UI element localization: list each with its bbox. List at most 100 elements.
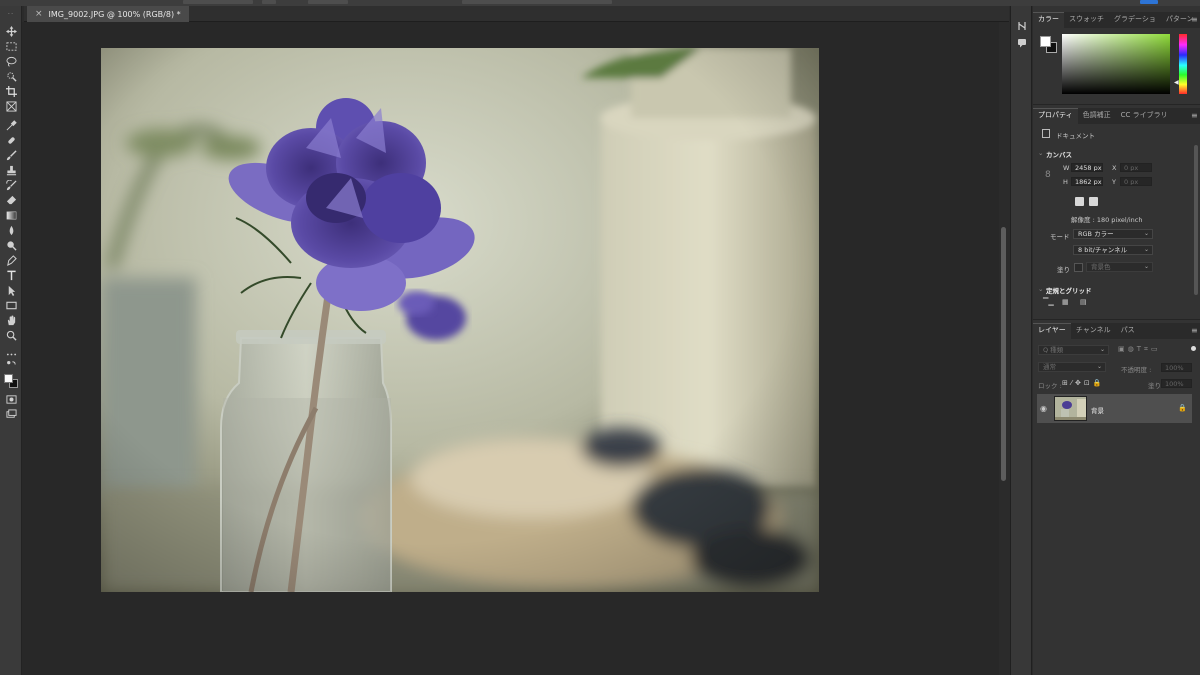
close-tab-icon[interactable]: × — [35, 9, 43, 19]
rulers-grids-section-title[interactable]: 定規とグリッド — [1046, 285, 1092, 295]
y-field[interactable]: 0 px — [1120, 177, 1152, 186]
layer-lock-icon: 🔒 — [1178, 404, 1187, 412]
healing-brush-tool-icon[interactable] — [3, 133, 19, 147]
layer-filter-select[interactable]: Q 種類 ⌄ — [1038, 345, 1109, 355]
eyedropper-tool-icon[interactable] — [3, 118, 19, 132]
lasso-tool-icon[interactable] — [3, 54, 19, 68]
tab-properties[interactable]: プロパティ — [1033, 108, 1078, 124]
hue-slider[interactable] — [1179, 34, 1187, 94]
tab-cc-libraries[interactable]: CC ライブラリ — [1116, 108, 1173, 124]
layer-thumbnail — [1054, 396, 1087, 421]
swap-colors-icon[interactable] — [3, 359, 19, 369]
guides-icon[interactable]: ▤ — [1080, 298, 1087, 306]
tab-gradients[interactable]: グラデーショ — [1109, 12, 1161, 28]
chevron-down-icon: ⌄ — [1099, 346, 1105, 353]
mode-select[interactable]: RGB カラー ⌄ — [1073, 229, 1153, 239]
dodge-tool-icon[interactable] — [3, 238, 19, 252]
quick-mask-icon[interactable] — [3, 392, 19, 406]
canvas-vertical-scrollbar[interactable] — [999, 22, 1009, 675]
scrollbar-thumb[interactable] — [1001, 227, 1006, 481]
tab-channels[interactable]: チャンネル — [1071, 323, 1116, 339]
layer-name[interactable]: 背景 — [1091, 405, 1104, 415]
move-tool-icon[interactable] — [3, 24, 19, 38]
layers-panel-menu-icon[interactable]: ≡ — [1191, 326, 1198, 335]
grid-icon[interactable]: ▦ — [1062, 298, 1069, 306]
pen-tool-icon[interactable] — [3, 253, 19, 267]
properties-panel-menu-icon[interactable]: ≡ — [1191, 111, 1198, 120]
collapsed-panels-dock — [1010, 6, 1032, 675]
document-icon — [1042, 129, 1050, 138]
tools-panel: ·· — [0, 6, 22, 675]
layer-row[interactable]: ◉ 背景 🔒 — [1037, 394, 1192, 423]
quick-selection-tool-icon[interactable] — [3, 69, 19, 83]
clone-stamp-tool-icon[interactable] — [3, 163, 19, 177]
properties-panel-header: プロパティ 色調補正 CC ライブラリ — [1033, 108, 1200, 124]
layer-fill-field[interactable]: 100% — [1161, 379, 1192, 388]
gradient-tool-icon[interactable] — [3, 208, 19, 222]
chevron-down-icon: ⌄ — [1096, 363, 1102, 370]
opacity-field[interactable]: 100% — [1161, 363, 1192, 372]
tab-layers[interactable]: レイヤー — [1033, 323, 1071, 339]
canvas-section-chevron-icon[interactable]: ⌄ — [1038, 149, 1043, 157]
panel-foreground-swatch[interactable] — [1040, 36, 1051, 47]
bit-depth-value: 8 bit/チャンネル — [1078, 246, 1128, 254]
color-panel-header: カラー スウォッチ グラデーショ パターン — [1033, 12, 1200, 28]
landscape-orientation-icon[interactable] — [1089, 197, 1098, 206]
path-selection-tool-icon[interactable] — [3, 283, 19, 297]
screen-mode-icon[interactable] — [3, 407, 19, 421]
hue-slider-marker[interactable]: ◀ — [1174, 79, 1179, 86]
crop-tool-icon[interactable] — [3, 84, 19, 98]
fill-color-swatch[interactable] — [1074, 263, 1083, 272]
ruler-icon[interactable]: ▔▁ — [1043, 298, 1054, 306]
mode-select-value: RGB カラー — [1078, 230, 1114, 238]
lock-options-icons[interactable]: ⊞⁄✥⊡🔒 — [1062, 379, 1104, 387]
comments-panel-icon[interactable] — [1016, 37, 1028, 49]
fill-select[interactable]: 背景色 ⌄ — [1086, 262, 1153, 272]
document-tab[interactable]: × IMG_9002.JPG @ 100% (RGB/8) * — [27, 6, 189, 22]
document-canvas-image[interactable] — [101, 48, 819, 592]
layers-panel-header: レイヤー チャンネル パス — [1033, 323, 1200, 339]
tab-paths[interactable]: パス — [1116, 323, 1140, 339]
marquee-tool-icon[interactable] — [3, 39, 19, 53]
properties-scrollbar[interactable] — [1194, 145, 1198, 295]
height-field[interactable]: 1862 px — [1071, 177, 1103, 186]
blend-mode-select[interactable]: 通常 ⌄ — [1038, 362, 1106, 372]
document-tab-bar: × IMG_9002.JPG @ 100% (RGB/8) * — [24, 6, 1009, 22]
height-label: H — [1063, 178, 1068, 186]
type-tool-icon[interactable] — [3, 268, 19, 282]
width-field[interactable]: 2458 px — [1071, 163, 1103, 172]
mode-label: モード — [1050, 233, 1070, 241]
history-panel-icon[interactable] — [1016, 20, 1028, 32]
tab-adjustments[interactable]: 色調補正 — [1078, 108, 1116, 124]
link-dimensions-icon[interactable]: 8 — [1045, 170, 1051, 180]
filter-toggle-icon[interactable] — [1191, 346, 1196, 351]
document-tab-title: IMG_9002.JPG @ 100% (RGB/8) * — [48, 9, 181, 19]
blend-mode-value: 通常 — [1043, 363, 1056, 371]
color-field-picker[interactable] — [1062, 34, 1170, 94]
tab-color[interactable]: カラー — [1033, 12, 1064, 28]
rectangle-tool-icon[interactable] — [3, 298, 19, 312]
color-panel-menu-icon[interactable]: ≡ — [1191, 15, 1198, 24]
brush-tool-icon[interactable] — [3, 148, 19, 162]
x-field[interactable]: 0 px — [1120, 163, 1152, 172]
x-label: X — [1112, 164, 1117, 172]
layer-filter-value: Q 種類 — [1043, 346, 1064, 354]
canvas-section-title[interactable]: カンバス — [1046, 149, 1072, 159]
frame-tool-icon[interactable] — [3, 99, 19, 113]
bit-depth-select[interactable]: 8 bit/チャンネル ⌄ — [1073, 245, 1153, 255]
foreground-color-swatch[interactable] — [4, 374, 13, 383]
portrait-orientation-icon[interactable] — [1075, 197, 1084, 206]
width-label: W — [1063, 164, 1070, 172]
blur-tool-icon[interactable] — [3, 223, 19, 237]
eraser-tool-icon[interactable] — [3, 193, 19, 207]
lock-label: ロック : — [1038, 382, 1062, 390]
rulers-section-chevron-icon[interactable]: ⌄ — [1038, 285, 1043, 293]
tab-swatches[interactable]: スウォッチ — [1064, 12, 1109, 28]
zoom-tool-icon[interactable] — [3, 328, 19, 342]
history-brush-tool-icon[interactable] — [3, 178, 19, 192]
layer-filter-icons[interactable]: ▣◍T⌗▭ — [1118, 345, 1161, 354]
toolbar-grip[interactable]: ·· — [3, 10, 19, 18]
fill-label: 塗り — [1057, 266, 1070, 274]
hand-tool-icon[interactable] — [3, 313, 19, 327]
eye-visibility-icon[interactable]: ◉ — [1040, 404, 1047, 413]
